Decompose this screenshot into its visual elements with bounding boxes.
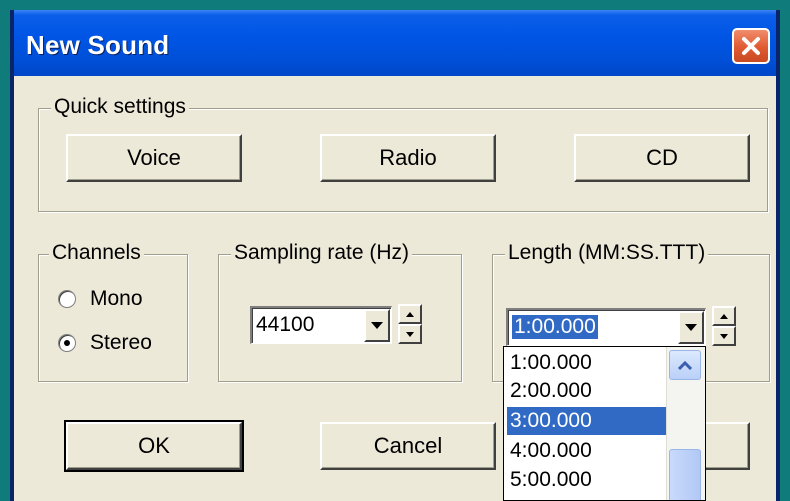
radio-button[interactable]: Radio — [320, 134, 496, 182]
channels-group: Channels — [38, 241, 188, 382]
length-combobox[interactable]: 1:00.000 — [506, 308, 706, 346]
chevron-down-icon — [371, 321, 383, 329]
radio-checked-dot — [64, 340, 70, 346]
length-option[interactable]: 5:00.000 — [507, 466, 667, 494]
stereo-radio-option[interactable]: Stereo — [58, 331, 152, 355]
chevron-down-icon — [685, 323, 697, 331]
title-bar[interactable]: New Sound — [14, 10, 776, 76]
channels-label: Channels — [49, 241, 144, 265]
length-dropdown-list[interactable]: 1:00.000 2:00.000 3:00.000 4:00.000 5:00… — [503, 346, 706, 501]
length-spinner[interactable] — [712, 306, 736, 346]
cancel-button[interactable]: Cancel — [320, 422, 496, 470]
length-label: Length (MM:SS.TTT) — [505, 241, 709, 265]
close-button[interactable] — [732, 28, 770, 64]
mono-radio-option[interactable]: Mono — [58, 287, 143, 311]
length-option[interactable]: 2:00.000 — [507, 377, 667, 405]
quick-settings-label: Quick settings — [51, 95, 189, 119]
sampling-rate-label: Sampling rate (Hz) — [231, 241, 413, 265]
arrow-up-icon — [720, 313, 728, 319]
close-x-icon — [742, 37, 760, 55]
spin-down-button[interactable] — [712, 326, 736, 346]
sampling-rate-combobox[interactable]: 44100 — [250, 306, 392, 344]
arrow-down-icon — [720, 333, 728, 339]
scroll-up-button[interactable] — [669, 350, 701, 380]
chevron-up-icon — [678, 360, 692, 370]
mono-label: Mono — [90, 287, 143, 310]
stereo-radio[interactable] — [58, 334, 76, 352]
dropdown-scrollbar[interactable] — [666, 347, 705, 500]
length-option-highlighted[interactable]: 3:00.000 — [507, 407, 667, 435]
spin-up-button[interactable] — [712, 306, 736, 326]
cd-button[interactable]: CD — [574, 134, 750, 182]
mono-radio[interactable] — [58, 290, 76, 308]
length-option[interactable]: 1:00.000 — [507, 349, 667, 377]
ok-button[interactable]: OK — [64, 420, 244, 472]
spin-down-button[interactable] — [398, 324, 422, 344]
sampling-rate-value: 44100 — [256, 313, 315, 336]
window-title: New Sound — [26, 30, 170, 60]
stereo-label: Stereo — [90, 331, 152, 354]
sampling-rate-spinner[interactable] — [398, 304, 422, 344]
arrow-down-icon — [406, 331, 414, 337]
length-option[interactable]: 4:00.000 — [507, 437, 667, 465]
spin-up-button[interactable] — [398, 304, 422, 324]
scroll-thumb[interactable] — [669, 449, 701, 500]
sampling-rate-dropdown-button[interactable] — [364, 309, 390, 342]
length-dropdown-button[interactable] — [678, 311, 704, 344]
arrow-up-icon — [406, 311, 414, 317]
voice-button[interactable]: Voice — [66, 134, 242, 182]
length-value: 1:00.000 — [512, 315, 598, 339]
